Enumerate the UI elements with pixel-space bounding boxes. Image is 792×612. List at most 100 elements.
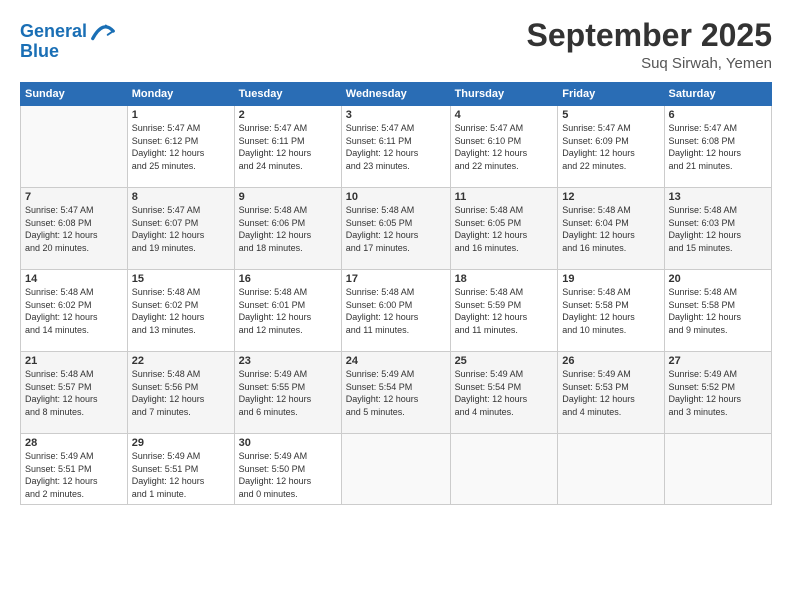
calendar-cell: 13Sunrise: 5:48 AM Sunset: 6:03 PM Dayli… xyxy=(664,188,771,270)
day-number: 7 xyxy=(25,191,123,203)
day-info: Sunrise: 5:49 AM Sunset: 5:52 PM Dayligh… xyxy=(669,368,767,418)
day-number: 20 xyxy=(669,273,767,285)
day-info: Sunrise: 5:48 AM Sunset: 6:03 PM Dayligh… xyxy=(669,204,767,254)
day-info: Sunrise: 5:49 AM Sunset: 5:50 PM Dayligh… xyxy=(239,450,337,500)
day-number: 13 xyxy=(669,191,767,203)
day-info: Sunrise: 5:48 AM Sunset: 5:58 PM Dayligh… xyxy=(669,286,767,336)
day-info: Sunrise: 5:47 AM Sunset: 6:12 PM Dayligh… xyxy=(132,122,230,172)
day-info: Sunrise: 5:49 AM Sunset: 5:51 PM Dayligh… xyxy=(132,450,230,500)
day-info: Sunrise: 5:47 AM Sunset: 6:09 PM Dayligh… xyxy=(562,122,659,172)
logo-text-blue: Blue xyxy=(20,42,59,62)
day-number: 11 xyxy=(455,191,554,203)
calendar-cell: 18Sunrise: 5:48 AM Sunset: 5:59 PM Dayli… xyxy=(450,270,558,352)
calendar-cell: 6Sunrise: 5:47 AM Sunset: 6:08 PM Daylig… xyxy=(664,106,771,188)
calendar-cell: 11Sunrise: 5:48 AM Sunset: 6:05 PM Dayli… xyxy=(450,188,558,270)
calendar-cell: 26Sunrise: 5:49 AM Sunset: 5:53 PM Dayli… xyxy=(558,352,664,434)
day-info: Sunrise: 5:47 AM Sunset: 6:07 PM Dayligh… xyxy=(132,204,230,254)
header-sunday: Sunday xyxy=(21,83,128,106)
day-number: 29 xyxy=(132,437,230,449)
day-number: 18 xyxy=(455,273,554,285)
day-number: 15 xyxy=(132,273,230,285)
day-info: Sunrise: 5:49 AM Sunset: 5:51 PM Dayligh… xyxy=(25,450,123,500)
calendar-table: Sunday Monday Tuesday Wednesday Thursday… xyxy=(20,82,772,504)
day-info: Sunrise: 5:48 AM Sunset: 6:02 PM Dayligh… xyxy=(132,286,230,336)
day-number: 2 xyxy=(239,109,337,121)
day-number: 8 xyxy=(132,191,230,203)
day-info: Sunrise: 5:47 AM Sunset: 6:11 PM Dayligh… xyxy=(239,122,337,172)
day-number: 14 xyxy=(25,273,123,285)
day-number: 25 xyxy=(455,355,554,367)
calendar-week-row: 21Sunrise: 5:48 AM Sunset: 5:57 PM Dayli… xyxy=(21,352,772,434)
calendar-cell: 9Sunrise: 5:48 AM Sunset: 6:06 PM Daylig… xyxy=(234,188,341,270)
calendar-cell: 14Sunrise: 5:48 AM Sunset: 6:02 PM Dayli… xyxy=(21,270,128,352)
day-number: 21 xyxy=(25,355,123,367)
calendar-cell: 16Sunrise: 5:48 AM Sunset: 6:01 PM Dayli… xyxy=(234,270,341,352)
day-number: 23 xyxy=(239,355,337,367)
day-info: Sunrise: 5:48 AM Sunset: 5:58 PM Dayligh… xyxy=(562,286,659,336)
day-info: Sunrise: 5:48 AM Sunset: 6:02 PM Dayligh… xyxy=(25,286,123,336)
day-info: Sunrise: 5:48 AM Sunset: 6:04 PM Dayligh… xyxy=(562,204,659,254)
day-info: Sunrise: 5:47 AM Sunset: 6:11 PM Dayligh… xyxy=(346,122,446,172)
calendar-cell: 7Sunrise: 5:47 AM Sunset: 6:08 PM Daylig… xyxy=(21,188,128,270)
day-info: Sunrise: 5:48 AM Sunset: 6:05 PM Dayligh… xyxy=(455,204,554,254)
calendar-cell xyxy=(558,434,664,504)
calendar-cell: 29Sunrise: 5:49 AM Sunset: 5:51 PM Dayli… xyxy=(127,434,234,504)
day-number: 16 xyxy=(239,273,337,285)
logo: General Blue xyxy=(20,18,117,62)
calendar-cell: 5Sunrise: 5:47 AM Sunset: 6:09 PM Daylig… xyxy=(558,106,664,188)
header-thursday: Thursday xyxy=(450,83,558,106)
day-number: 5 xyxy=(562,109,659,121)
location-subtitle: Suq Sirwah, Yemen xyxy=(527,55,772,72)
calendar-cell: 15Sunrise: 5:48 AM Sunset: 6:02 PM Dayli… xyxy=(127,270,234,352)
day-info: Sunrise: 5:49 AM Sunset: 5:53 PM Dayligh… xyxy=(562,368,659,418)
day-number: 24 xyxy=(346,355,446,367)
day-number: 1 xyxy=(132,109,230,121)
calendar-cell: 27Sunrise: 5:49 AM Sunset: 5:52 PM Dayli… xyxy=(664,352,771,434)
weekday-header-row: Sunday Monday Tuesday Wednesday Thursday… xyxy=(21,83,772,106)
calendar-cell: 8Sunrise: 5:47 AM Sunset: 6:07 PM Daylig… xyxy=(127,188,234,270)
header-saturday: Saturday xyxy=(664,83,771,106)
day-info: Sunrise: 5:48 AM Sunset: 6:00 PM Dayligh… xyxy=(346,286,446,336)
calendar-cell: 21Sunrise: 5:48 AM Sunset: 5:57 PM Dayli… xyxy=(21,352,128,434)
day-info: Sunrise: 5:48 AM Sunset: 5:56 PM Dayligh… xyxy=(132,368,230,418)
logo-icon xyxy=(89,18,117,46)
day-number: 28 xyxy=(25,437,123,449)
calendar-cell: 3Sunrise: 5:47 AM Sunset: 6:11 PM Daylig… xyxy=(341,106,450,188)
calendar-page: General Blue September 2025 Suq Sirwah, … xyxy=(0,0,792,612)
day-info: Sunrise: 5:47 AM Sunset: 6:10 PM Dayligh… xyxy=(455,122,554,172)
day-number: 9 xyxy=(239,191,337,203)
header-monday: Monday xyxy=(127,83,234,106)
calendar-week-row: 14Sunrise: 5:48 AM Sunset: 6:02 PM Dayli… xyxy=(21,270,772,352)
calendar-cell: 17Sunrise: 5:48 AM Sunset: 6:00 PM Dayli… xyxy=(341,270,450,352)
calendar-cell: 10Sunrise: 5:48 AM Sunset: 6:05 PM Dayli… xyxy=(341,188,450,270)
calendar-cell: 12Sunrise: 5:48 AM Sunset: 6:04 PM Dayli… xyxy=(558,188,664,270)
calendar-cell: 25Sunrise: 5:49 AM Sunset: 5:54 PM Dayli… xyxy=(450,352,558,434)
day-number: 30 xyxy=(239,437,337,449)
day-info: Sunrise: 5:49 AM Sunset: 5:55 PM Dayligh… xyxy=(239,368,337,418)
day-info: Sunrise: 5:48 AM Sunset: 6:06 PM Dayligh… xyxy=(239,204,337,254)
calendar-cell: 22Sunrise: 5:48 AM Sunset: 5:56 PM Dayli… xyxy=(127,352,234,434)
day-number: 26 xyxy=(562,355,659,367)
header-tuesday: Tuesday xyxy=(234,83,341,106)
day-number: 22 xyxy=(132,355,230,367)
day-number: 12 xyxy=(562,191,659,203)
calendar-cell: 4Sunrise: 5:47 AM Sunset: 6:10 PM Daylig… xyxy=(450,106,558,188)
header-friday: Friday xyxy=(558,83,664,106)
calendar-cell: 2Sunrise: 5:47 AM Sunset: 6:11 PM Daylig… xyxy=(234,106,341,188)
day-number: 6 xyxy=(669,109,767,121)
header-wednesday: Wednesday xyxy=(341,83,450,106)
calendar-cell: 30Sunrise: 5:49 AM Sunset: 5:50 PM Dayli… xyxy=(234,434,341,504)
day-info: Sunrise: 5:48 AM Sunset: 5:59 PM Dayligh… xyxy=(455,286,554,336)
day-info: Sunrise: 5:48 AM Sunset: 5:57 PM Dayligh… xyxy=(25,368,123,418)
day-info: Sunrise: 5:47 AM Sunset: 6:08 PM Dayligh… xyxy=(25,204,123,254)
calendar-cell xyxy=(450,434,558,504)
day-info: Sunrise: 5:48 AM Sunset: 6:01 PM Dayligh… xyxy=(239,286,337,336)
title-block: September 2025 Suq Sirwah, Yemen xyxy=(527,18,772,72)
calendar-cell: 23Sunrise: 5:49 AM Sunset: 5:55 PM Dayli… xyxy=(234,352,341,434)
calendar-week-row: 28Sunrise: 5:49 AM Sunset: 5:51 PM Dayli… xyxy=(21,434,772,504)
page-header: General Blue September 2025 Suq Sirwah, … xyxy=(20,18,772,72)
month-title: September 2025 xyxy=(527,18,772,53)
day-number: 27 xyxy=(669,355,767,367)
day-number: 4 xyxy=(455,109,554,121)
day-info: Sunrise: 5:48 AM Sunset: 6:05 PM Dayligh… xyxy=(346,204,446,254)
